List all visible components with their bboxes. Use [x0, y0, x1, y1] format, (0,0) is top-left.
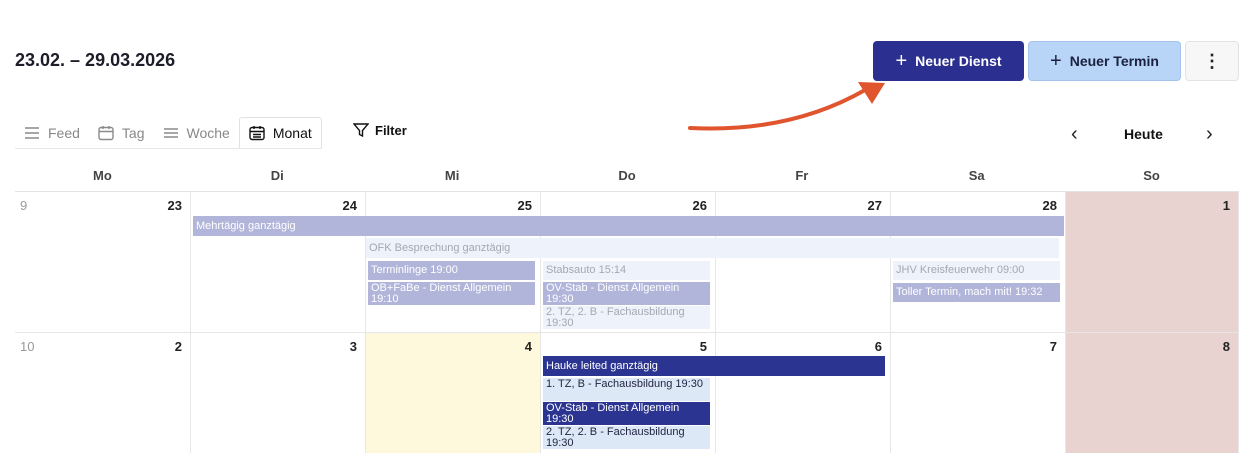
event-ofk-meeting[interactable]: OFK Besprechung ganztägig [366, 238, 1059, 258]
day-number: 26 [692, 198, 707, 213]
new-duty-label: Neuer Dienst [915, 53, 1002, 69]
day-number: 28 [1042, 198, 1057, 213]
plus-icon: + [1050, 50, 1062, 72]
weekday-label: Sa [968, 168, 985, 183]
week-number: 9 [20, 198, 28, 213]
day-cell[interactable]: 9 23 [15, 192, 191, 333]
event-1tz-training[interactable]: 1. TZ, B - Fachausbildung 19:30 [543, 378, 710, 401]
today-button[interactable]: Heute [1124, 126, 1163, 142]
weekday-label: Fr [795, 168, 809, 183]
menu-icon [163, 127, 178, 138]
day-cell[interactable]: 7 [891, 333, 1066, 453]
day-number: 4 [524, 339, 532, 354]
calendar-icon [98, 125, 114, 140]
tab-feed[interactable]: Feed [15, 117, 89, 148]
day-cell-today[interactable]: 4 [366, 333, 541, 453]
event-hauke[interactable]: Hauke leited ganztägig [543, 356, 885, 376]
date-range-title: 23.02. – 29.03.2026 [15, 50, 176, 70]
tab-day-label: Tag [121, 124, 145, 141]
tab-month-label: Monat [272, 125, 312, 141]
day-number: 5 [699, 339, 707, 354]
tab-day[interactable]: Tag [89, 117, 154, 148]
weekday-label: Mi [444, 168, 460, 183]
annotation-arrow [688, 82, 885, 131]
tab-month[interactable]: Monat [238, 117, 322, 148]
tab-feed-label: Feed [48, 124, 80, 141]
event-terminlinge[interactable]: Terminlinge 19:00 [368, 261, 535, 280]
event-ov-stab[interactable]: OV-Stab - Dienst Allgemein 19:30 [543, 402, 710, 425]
filter-button[interactable]: Filter [353, 122, 407, 138]
day-number: 8 [1222, 339, 1230, 354]
filter-label: Filter [375, 122, 407, 138]
event-jhv[interactable]: JHV Kreisfeuerwehr 09:00 [893, 261, 1060, 280]
tab-week-label: Woche [186, 124, 230, 141]
day-number: 27 [867, 198, 882, 213]
weekday-label: So [1143, 168, 1160, 183]
more-options-button[interactable]: ⋮ [1185, 41, 1239, 81]
month-grid: 9 23 24 25 26 27 28 1 10 2 3 4 5 6 7 8 M… [15, 191, 1239, 453]
day-number: 7 [1049, 339, 1057, 354]
event-ov-stab[interactable]: OV-Stab - Dienst Allgemein 19:30 [543, 282, 710, 305]
day-number: 6 [874, 339, 882, 354]
day-cell[interactable]: 3 [191, 333, 366, 453]
event-2tz-training[interactable]: 2. TZ, 2. B - Fachausbildung 19:30 [543, 306, 710, 329]
plus-icon: + [895, 50, 908, 72]
day-cell[interactable]: 1 [1066, 192, 1239, 333]
view-switcher: Feed Tag Woche Monat [15, 117, 322, 149]
new-duty-button[interactable]: + Neuer Dienst [873, 41, 1024, 81]
prev-button[interactable]: ‹ [1071, 123, 1078, 146]
day-cell[interactable]: 6 [716, 333, 891, 453]
day-cell[interactable]: 10 2 [15, 333, 191, 453]
day-number: 1 [1222, 198, 1230, 213]
filter-icon [353, 123, 369, 138]
next-button[interactable]: › [1206, 123, 1213, 146]
event-multiday[interactable]: Mehrtägig ganztägig [193, 216, 1064, 236]
event-toller-termin[interactable]: Toller Termin, mach mit! 19:32 [893, 283, 1060, 302]
day-cell[interactable]: 8 [1066, 333, 1239, 453]
day-number: 23 [167, 198, 182, 213]
weekday-label: Di [270, 168, 284, 183]
list-icon [25, 126, 39, 139]
tab-week[interactable]: Woche [154, 117, 239, 148]
day-number: 24 [342, 198, 357, 213]
day-number: 25 [517, 198, 532, 213]
calendar-month-icon [249, 126, 265, 141]
weekday-header: Mo Di Mi Do Fr Sa So [15, 168, 1239, 183]
day-number: 2 [174, 339, 182, 354]
new-appointment-label: Neuer Termin [1069, 53, 1159, 69]
new-appointment-button[interactable]: + Neuer Termin [1028, 41, 1181, 81]
more-vertical-icon: ⋮ [1203, 50, 1221, 71]
week-number: 10 [20, 339, 35, 354]
event-stabsauto[interactable]: Stabsauto 15:14 [543, 261, 710, 280]
day-cell[interactable]: 27 [716, 192, 891, 333]
event-2tz-training[interactable]: 2. TZ, 2. B - Fachausbildung 19:30 [543, 426, 710, 449]
weekday-label: Mo [93, 168, 112, 183]
event-ob-fabe[interactable]: OB+FaBe - Dienst Allgemein 19:10 [368, 282, 535, 305]
day-number: 3 [349, 339, 357, 354]
weekday-label: Do [618, 168, 636, 183]
day-cell[interactable]: 24 [191, 192, 366, 333]
